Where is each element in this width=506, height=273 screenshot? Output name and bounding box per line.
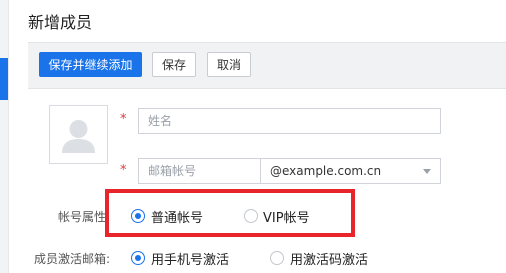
chevron-down-icon — [423, 169, 431, 174]
email-domain-value: @example.com.cn — [270, 164, 382, 178]
avatar-upload[interactable] — [49, 105, 108, 164]
page-title: 新增成员 — [28, 13, 93, 32]
save-button[interactable]: 保存 — [152, 52, 196, 77]
account-type-label: 帐号属性: — [58, 210, 111, 224]
email-account-input[interactable]: 邮箱帐号 — [138, 158, 261, 184]
toolbar: 保存并继续添加 保存 取消 — [28, 42, 506, 89]
name-input[interactable]: 姓名 — [138, 108, 441, 134]
activate-by-code-radio[interactable] — [270, 251, 284, 265]
save-and-continue-button[interactable]: 保存并继续添加 — [39, 52, 142, 77]
required-marker: * — [120, 112, 127, 127]
required-marker: * — [120, 163, 127, 178]
activate-by-phone-label[interactable]: 用手机号激活 — [151, 249, 229, 268]
side-panel-strip — [0, 0, 9, 273]
activate-by-phone-radio[interactable] — [131, 251, 145, 265]
activate-by-code-label[interactable]: 用激活码激活 — [290, 249, 368, 268]
highlight-annotation-box — [105, 189, 355, 237]
activation-email-label: 成员激活邮箱: — [34, 252, 111, 266]
user-silhouette-icon — [62, 120, 95, 153]
email-domain-select[interactable]: @example.com.cn — [260, 158, 441, 184]
side-panel-active-marker — [0, 58, 8, 100]
cancel-button[interactable]: 取消 — [207, 52, 251, 77]
